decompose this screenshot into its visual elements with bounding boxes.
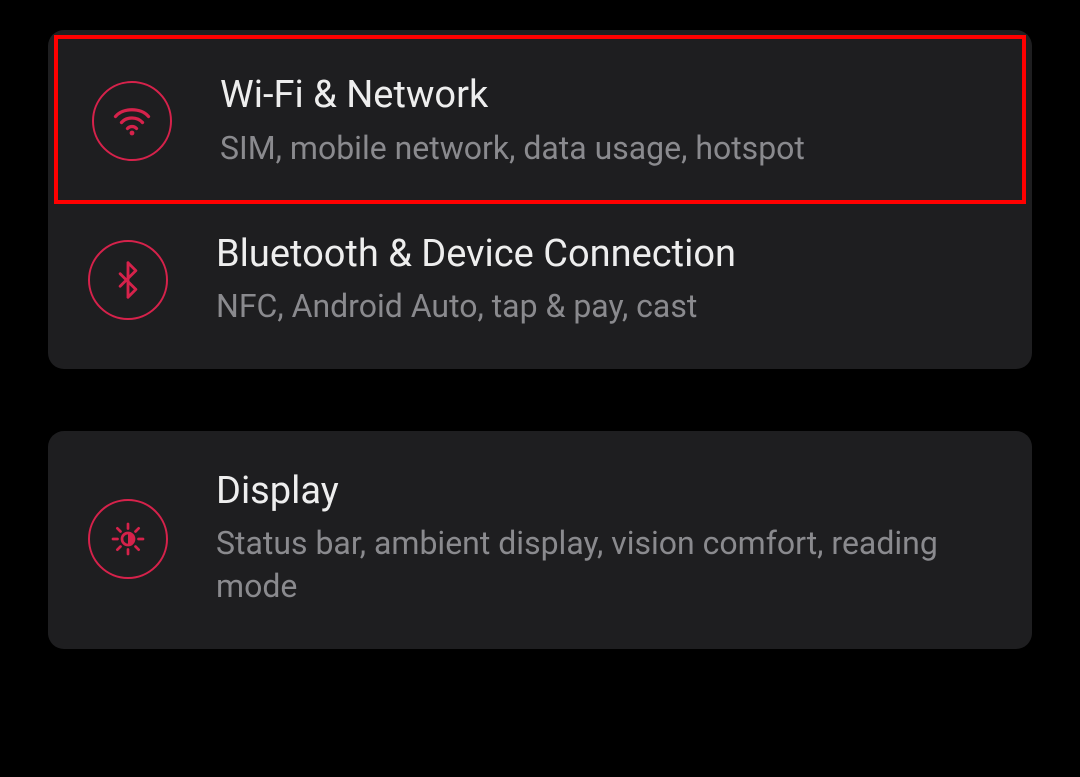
settings-item-display[interactable]: Display Status bar, ambient display, vis… [48, 441, 1032, 639]
settings-item-subtitle: Status bar, ambient display, vision comf… [216, 522, 992, 608]
settings-item-bluetooth[interactable]: Bluetooth & Device Connection NFC, Andro… [48, 204, 1032, 359]
wifi-icon [92, 81, 172, 161]
settings-item-text: Bluetooth & Device Connection NFC, Andro… [216, 232, 736, 329]
settings-item-wifi-network[interactable]: Wi-Fi & Network SIM, mobile network, dat… [54, 35, 1026, 204]
settings-item-subtitle: SIM, mobile network, data usage, hotspot [220, 127, 805, 170]
settings-item-title: Wi-Fi & Network [220, 73, 805, 119]
settings-item-text: Wi-Fi & Network SIM, mobile network, dat… [220, 73, 805, 170]
brightness-icon [88, 499, 168, 579]
settings-item-text: Display Status bar, ambient display, vis… [216, 469, 992, 609]
settings-group-1: Wi-Fi & Network SIM, mobile network, dat… [48, 30, 1032, 369]
settings-item-title: Bluetooth & Device Connection [216, 232, 736, 278]
settings-item-title: Display [216, 469, 992, 515]
settings-item-subtitle: NFC, Android Auto, tap & pay, cast [216, 285, 736, 328]
bluetooth-icon [88, 240, 168, 320]
settings-group-2: Display Status bar, ambient display, vis… [48, 431, 1032, 649]
